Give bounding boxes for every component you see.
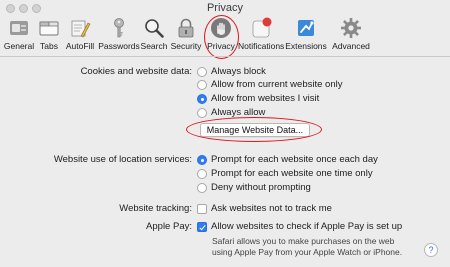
- tab-advanced[interactable]: Advanced: [330, 16, 372, 54]
- help-button[interactable]: ?: [424, 243, 438, 257]
- window-title: Privacy: [206, 2, 244, 14]
- radio-allow-websites-visited[interactable]: Allow from websites I visit: [197, 93, 367, 106]
- checkbox-do-not-track[interactable]: Ask websites not to track me: [197, 203, 367, 216]
- apple-pay-label: Apple Pay:: [146, 221, 192, 232]
- preferences-toolbar: General Tabs AutoFill Passwords Search S…: [0, 16, 450, 54]
- tab-general[interactable]: General: [2, 16, 36, 54]
- website-tracking-label: Website tracking:: [119, 203, 192, 214]
- autofill-pencil-icon: [71, 20, 91, 38]
- checkbox-apple-pay[interactable]: Allow websites to check if Apple Pay is …: [197, 221, 437, 234]
- checkbox-checked[interactable]: [197, 222, 207, 232]
- tab-passwords[interactable]: Passwords: [98, 16, 140, 54]
- toolbar-divider: [0, 56, 450, 57]
- tabs-icon: [39, 21, 59, 36]
- cookies-label: Cookies and website data:: [80, 66, 192, 77]
- radio-button-selected[interactable]: [197, 155, 207, 165]
- preferences-window: Privacy General Tabs AutoFill Passwords …: [0, 0, 450, 267]
- tab-privacy[interactable]: Privacy: [204, 16, 238, 54]
- radio-button[interactable]: [197, 183, 207, 193]
- tab-extensions[interactable]: Extensions: [284, 16, 328, 54]
- hand-icon: [211, 18, 231, 38]
- notifications-badge-icon: [252, 17, 272, 38]
- tab-notifications[interactable]: Notifications: [238, 16, 284, 54]
- radio-allow-current-website[interactable]: Allow from current website only: [197, 79, 377, 92]
- radio-prompt-once-each-day[interactable]: Prompt for each website once each day: [197, 154, 417, 167]
- apple-pay-note-line2: using Apple Pay from your Apple Watch or…: [212, 247, 403, 257]
- magnifier-icon: [145, 19, 164, 38]
- gear-icon: [341, 18, 361, 38]
- apple-pay-note-line1: Safari allows you to make purchases on t…: [212, 236, 395, 246]
- radio-button[interactable]: [197, 169, 207, 179]
- checkbox[interactable]: [197, 204, 207, 214]
- radio-button[interactable]: [197, 80, 207, 90]
- tab-security[interactable]: Security: [168, 16, 204, 54]
- location-services-label: Website use of location services:: [53, 154, 192, 165]
- radio-button[interactable]: [197, 108, 207, 118]
- puzzle-icon: [298, 20, 314, 36]
- radio-deny-without-prompting[interactable]: Deny without prompting: [197, 182, 357, 195]
- manage-website-data-button[interactable]: Manage Website Data...: [200, 123, 310, 137]
- tab-autofill[interactable]: AutoFill: [62, 16, 98, 54]
- key-icon: [114, 18, 124, 38]
- radio-button-selected[interactable]: [197, 94, 207, 104]
- padlock-icon: [178, 18, 194, 38]
- general-switch-icon: [10, 21, 28, 35]
- tab-search[interactable]: Search: [140, 16, 168, 54]
- radio-prompt-one-time-only[interactable]: Prompt for each website one time only: [197, 168, 417, 181]
- radio-always-block[interactable]: Always block: [197, 66, 337, 79]
- radio-always-allow[interactable]: Always allow: [197, 107, 337, 120]
- tab-tabs[interactable]: Tabs: [36, 16, 62, 54]
- radio-button[interactable]: [197, 67, 207, 77]
